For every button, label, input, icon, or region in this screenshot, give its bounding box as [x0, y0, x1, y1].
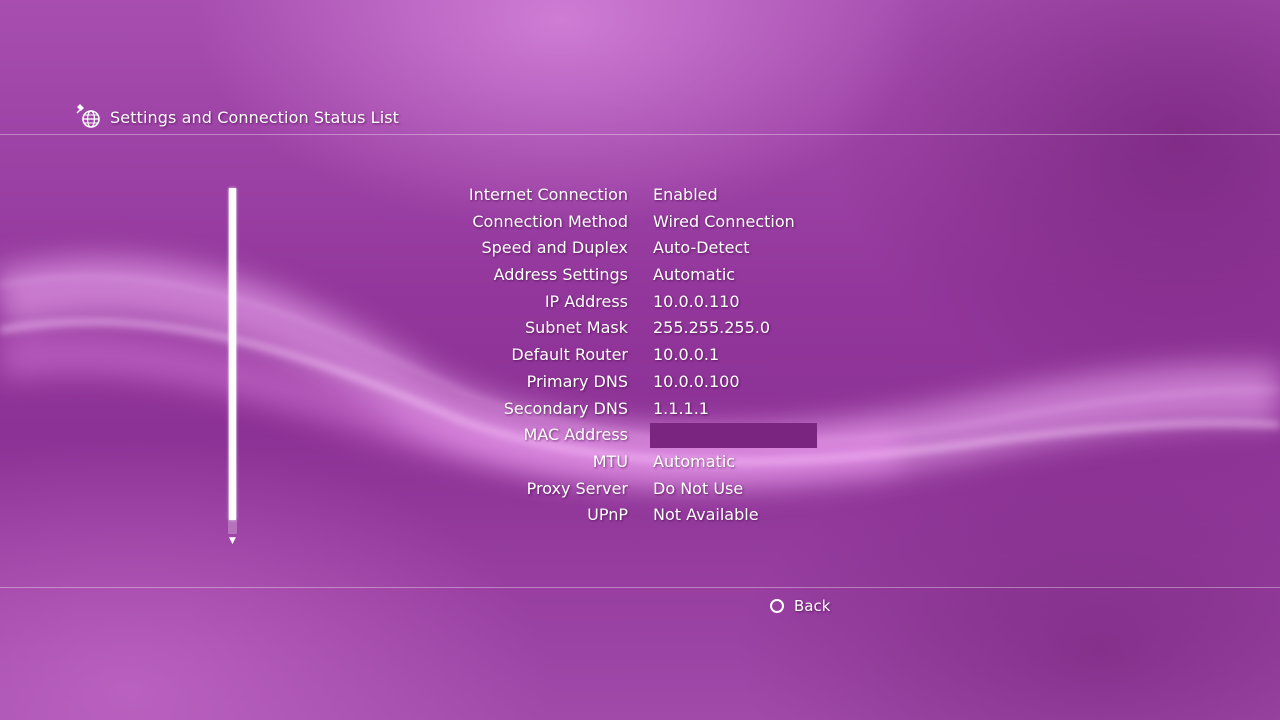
setting-value: Enabled	[653, 185, 718, 204]
setting-label: Subnet Mask	[524, 318, 628, 338]
setting-label: Secondary DNS	[503, 398, 628, 418]
setting-label: Default Router	[511, 345, 628, 365]
header-divider	[0, 134, 1280, 135]
scrollbar[interactable]: ▼	[228, 188, 237, 548]
setting-label: MTU	[592, 451, 628, 471]
setting-value: Automatic	[653, 451, 736, 471]
setting-label: MAC Address	[523, 425, 628, 445]
settings-row-mtu[interactable]: MTU Automatic	[360, 449, 880, 476]
back-button[interactable]: Back	[770, 596, 830, 616]
circle-button-icon	[770, 599, 784, 613]
footer-divider	[0, 587, 1280, 588]
scroll-down-arrow-icon[interactable]: ▼	[228, 537, 237, 546]
settings-row-address-settings[interactable]: Address Settings Automatic	[360, 262, 880, 289]
settings-row-connection-method[interactable]: Connection Method Wired Connection	[360, 209, 880, 236]
settings-list: Internet Connection Enabled Connection M…	[360, 182, 880, 529]
settings-row-ip-address[interactable]: IP Address 10.0.0.110	[360, 289, 880, 316]
setting-value: 255.255.255.0	[653, 318, 771, 338]
setting-label: Internet Connection	[468, 185, 628, 204]
setting-label: Primary DNS	[526, 371, 628, 391]
settings-row-internet-connection[interactable]: Internet Connection Enabled	[360, 182, 880, 209]
settings-row-primary-dns[interactable]: Primary DNS 10.0.0.100	[360, 369, 880, 396]
setting-value: 10.0.0.1	[653, 345, 720, 365]
setting-label: Address Settings	[493, 265, 628, 285]
setting-value: 10.0.0.110	[653, 291, 740, 311]
setting-value: 1.1.1.1	[653, 398, 709, 418]
setting-label: Speed and Duplex	[481, 238, 628, 258]
setting-label: UPnP	[587, 505, 628, 525]
redacted-mac-value	[650, 423, 817, 449]
setting-value: Wired Connection	[653, 211, 795, 231]
settings-row-subnet-mask[interactable]: Subnet Mask 255.255.255.0	[360, 315, 880, 342]
page-title: Settings and Connection Status List	[110, 107, 400, 127]
setting-label: IP Address	[544, 291, 628, 311]
settings-row-secondary-dns[interactable]: Secondary DNS 1.1.1.1	[360, 396, 880, 423]
settings-row-speed-and-duplex[interactable]: Speed and Duplex Auto-Detect	[360, 235, 880, 262]
setting-value: 10.0.0.100	[653, 371, 740, 391]
settings-row-default-router[interactable]: Default Router 10.0.0.1	[360, 342, 880, 369]
settings-row-proxy-server[interactable]: Proxy Server Do Not Use	[360, 476, 880, 503]
network-settings-icon	[76, 104, 100, 128]
settings-row-upnp[interactable]: UPnP Not Available	[360, 502, 880, 529]
setting-value: Do Not Use	[653, 478, 744, 498]
page-header: Settings and Connection Status List	[74, 102, 399, 132]
settings-row-mac-address[interactable]: MAC Address	[360, 422, 880, 449]
back-label: Back	[794, 597, 831, 615]
setting-value: Automatic	[653, 265, 736, 285]
setting-value: Not Available	[653, 505, 759, 525]
setting-value: Auto-Detect	[653, 238, 750, 258]
setting-label: Connection Method	[472, 211, 628, 231]
scrollbar-thumb[interactable]	[229, 188, 236, 520]
setting-label: Proxy Server	[526, 478, 628, 498]
